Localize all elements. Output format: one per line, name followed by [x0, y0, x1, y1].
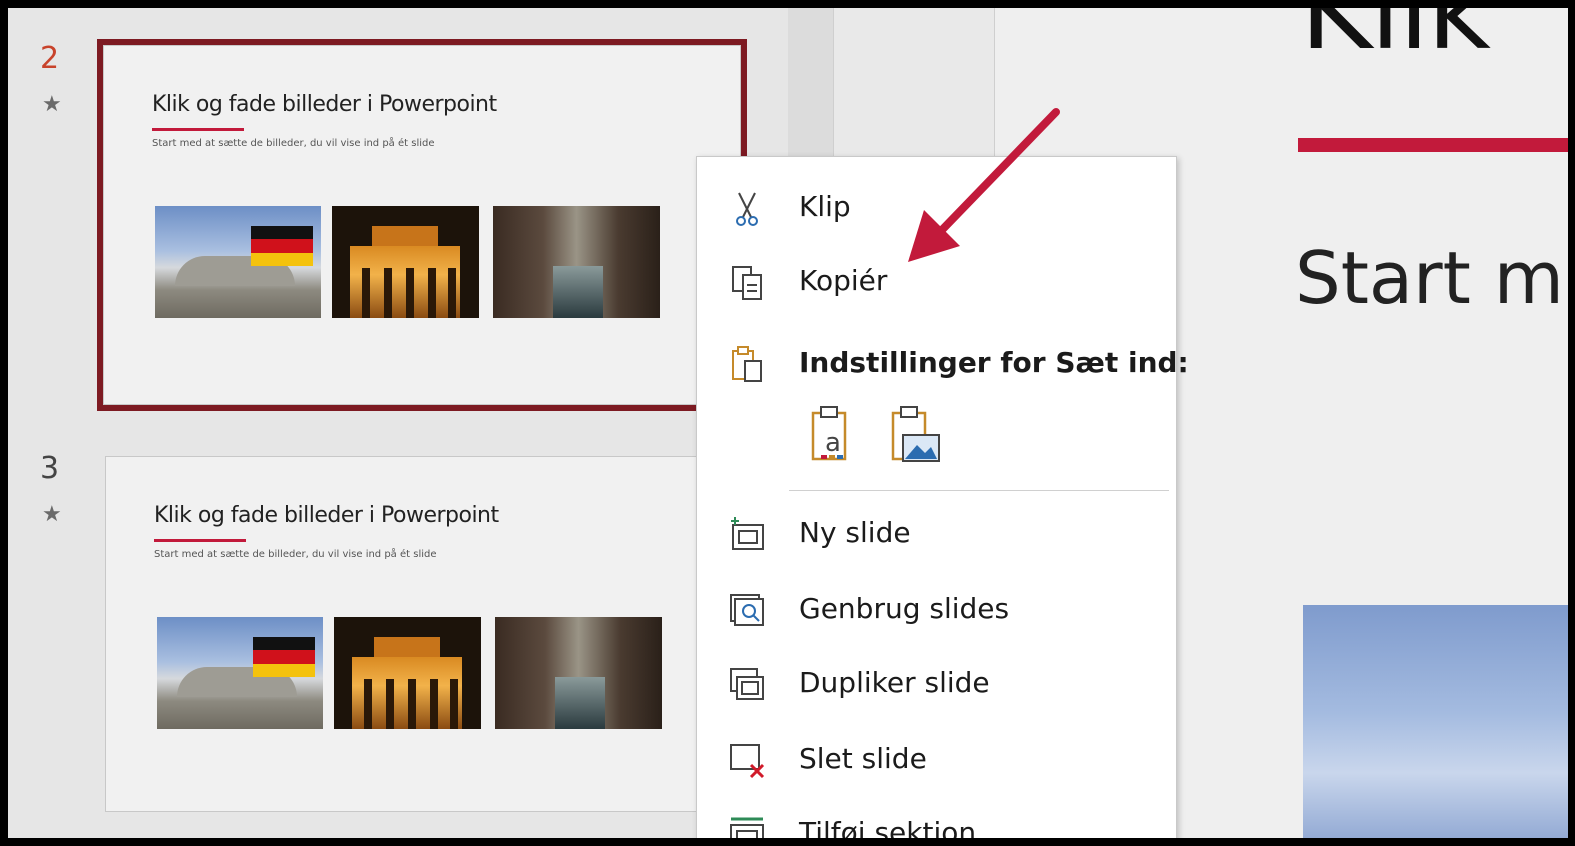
thumbnail-title-underline [154, 539, 246, 542]
paste-picture-icon[interactable] [887, 405, 943, 465]
thumbnail-photo-canal [493, 206, 660, 318]
menu-item-cut[interactable]: Klip [697, 177, 1178, 239]
menu-item-duplicate-slide[interactable]: Dupliker slide [697, 653, 1178, 715]
powerpoint-window: 2 ★ Klik og fade billeder i Powerpoint S… [8, 8, 1568, 838]
slide-photo[interactable] [1303, 605, 1568, 838]
animation-star-icon: ★ [42, 92, 62, 117]
animation-star-icon: ★ [42, 502, 62, 527]
slide-number: 2 [40, 41, 60, 76]
thumbnail-title-underline [152, 128, 244, 131]
menu-item-add-section[interactable]: Tilføj sektion [697, 803, 1178, 838]
menu-separator [789, 490, 1169, 491]
thumbnail-photo-canal [495, 617, 662, 729]
reuse-slides-icon [727, 591, 767, 631]
menu-item-label: Ny slide [799, 516, 911, 549]
thumbnail-subtitle: Start med at sætte de billeder, du vil v… [154, 549, 437, 560]
thumbnail-photo-brandenburg-gate [332, 206, 479, 318]
slide-subtitle-text[interactable]: Start m [1295, 236, 1564, 320]
menu-item-label: Tilføj sektion [799, 816, 977, 838]
thumbnail-title: Klik og fade billeder i Powerpoint [152, 92, 497, 117]
thumbnail-photo-brandenburg-gate [334, 617, 481, 729]
paste-icon [727, 345, 767, 385]
scissors-icon [727, 189, 767, 229]
copy-icon [727, 263, 767, 303]
title-underline [1298, 138, 1568, 152]
menu-item-reuse-slides[interactable]: Genbrug slides [697, 579, 1178, 641]
menu-item-label: Indstillinger for Sæt ind: [799, 346, 1189, 379]
menu-item-new-slide[interactable]: Ny slide [697, 503, 1178, 565]
add-section-icon [727, 815, 767, 838]
slide-thumbnail-2[interactable]: Klik og fade billeder i Powerpoint Start… [103, 45, 741, 405]
thumbnail-subtitle: Start med at sætte de billeder, du vil v… [152, 138, 435, 149]
menu-item-label: Slet slide [799, 742, 927, 775]
slide-thumbnail-3[interactable]: Klik og fade billeder i Powerpoint Start… [105, 456, 743, 812]
delete-slide-icon [727, 741, 767, 781]
svg-text:a: a [825, 428, 841, 458]
menu-item-delete-slide[interactable]: Slet slide [697, 729, 1178, 791]
menu-item-paste-options-header: Indstillinger for Sæt ind: [697, 333, 1189, 395]
duplicate-slide-icon [727, 665, 767, 705]
menu-item-label: Klip [799, 190, 851, 223]
thumbnail-title: Klik og fade billeder i Powerpoint [154, 503, 499, 528]
slide-number: 3 [40, 451, 60, 486]
menu-item-label: Genbrug slides [799, 592, 1010, 625]
menu-item-label: Dupliker slide [799, 666, 990, 699]
menu-item-copy[interactable]: Kopiér [697, 251, 1178, 313]
paste-keep-text-icon[interactable]: a [807, 405, 863, 465]
context-menu: Klip Kopiér Indstillinger for Sæt ind: a [696, 156, 1189, 838]
new-slide-icon [727, 515, 767, 555]
menu-item-label: Kopiér [799, 264, 888, 297]
thumbnail-photo-reichstag [155, 206, 321, 318]
thumbnail-photo-reichstag [157, 617, 323, 729]
slide-title-text[interactable]: Klik [1300, 8, 1491, 74]
